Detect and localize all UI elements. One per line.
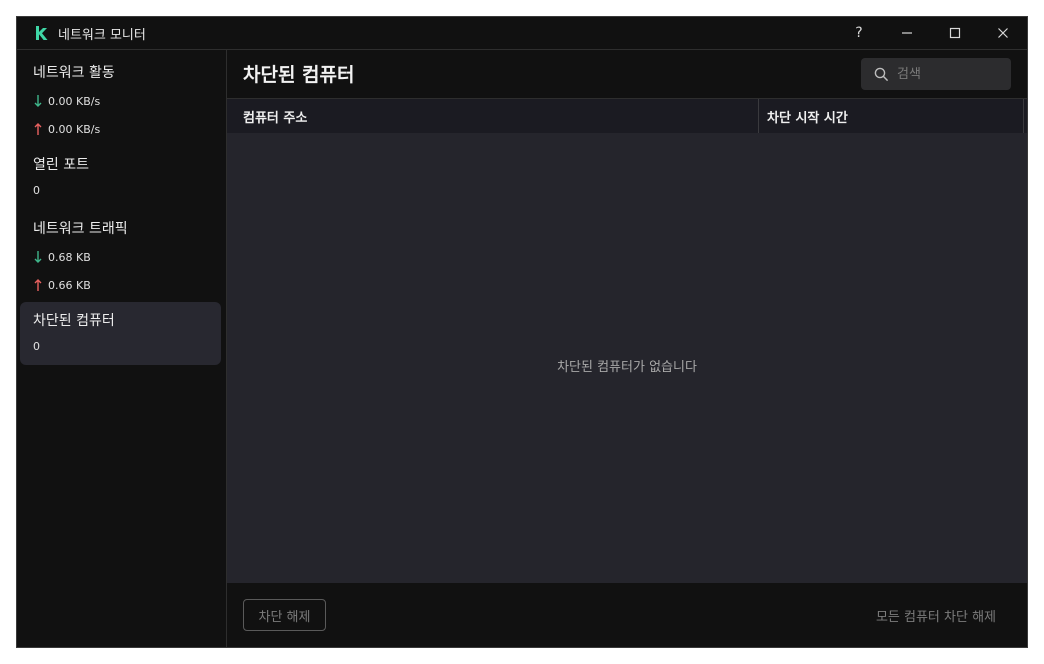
close-button[interactable] — [979, 17, 1027, 49]
column-header-computer-address[interactable]: 컴퓨터 주소 — [243, 107, 307, 126]
maximize-button[interactable] — [931, 17, 979, 49]
search-input[interactable] — [897, 58, 1002, 90]
footer: 차단 해제 모든 컴퓨터 차단 해제 — [227, 583, 1027, 647]
sidebar-item-network-traffic[interactable]: 네트워크 트래픽 0.68 KB 0.66 KB — [20, 210, 221, 298]
column-header-block-start-time[interactable]: 차단 시작 시간 — [767, 107, 848, 126]
app-title: 네트워크 모니터 — [58, 28, 146, 43]
unblock-button[interactable]: 차단 해제 — [243, 599, 326, 631]
search-icon — [874, 67, 889, 82]
maximize-icon — [949, 27, 961, 39]
sidebar-item-label: 차단된 컴퓨터 — [33, 313, 115, 329]
arrow-up-icon — [34, 279, 42, 291]
unblock-all-button[interactable]: 모든 컴퓨터 차단 해제 — [876, 599, 996, 631]
upload-rate-value: 0.00 KB/s — [48, 122, 101, 136]
arrow-down-icon — [34, 95, 42, 107]
arrow-down-icon — [34, 251, 42, 263]
download-traffic: 0.68 KB — [33, 250, 91, 264]
sidebar-item-label: 열린 포트 — [33, 157, 89, 173]
table-header: 컴퓨터 주소 차단 시작 시간 — [227, 98, 1027, 134]
help-icon: ? — [855, 25, 863, 41]
download-rate-value: 0.00 KB/s — [48, 94, 101, 108]
sidebar-item-blocked-computers[interactable]: 차단된 컴퓨터 0 — [20, 302, 221, 365]
sidebar-item-network-activity[interactable]: 네트워크 활동 0.00 KB/s 0.00 KB/s — [20, 54, 221, 142]
download-rate: 0.00 KB/s — [33, 94, 100, 108]
page-title: 차단된 컴퓨터 — [243, 64, 355, 86]
empty-message: 차단된 컴퓨터가 없습니다 — [557, 360, 697, 375]
kaspersky-logo-icon — [36, 26, 48, 40]
help-button[interactable]: ? — [835, 17, 883, 49]
sidebar-item-label: 네트워크 트래픽 — [33, 221, 128, 237]
main-panel: 차단된 컴퓨터 컴퓨터 주소 차단 시작 시간 차단된 컴퓨터가 없습니다 차단… — [227, 50, 1027, 647]
app-window: 네트워크 모니터 ? 네트워크 활동 0.00 KB/s 0.00 KB/s 열… — [16, 16, 1028, 648]
sidebar-item-open-ports[interactable]: 열린 포트 0 — [20, 146, 221, 206]
download-traffic-value: 0.68 KB — [48, 250, 91, 264]
sidebar-item-label: 네트워크 활동 — [33, 65, 115, 81]
column-divider[interactable] — [1023, 99, 1024, 133]
open-ports-count: 0 — [33, 184, 40, 197]
close-icon — [998, 28, 1008, 38]
blocked-computers-value: 0 — [33, 340, 40, 353]
title-bar: 네트워크 모니터 ? — [17, 17, 1027, 50]
upload-traffic-value: 0.66 KB — [48, 278, 91, 292]
search-box[interactable] — [861, 58, 1011, 90]
arrow-up-icon — [34, 123, 42, 135]
minimize-button[interactable] — [883, 17, 931, 49]
open-ports-value: 0 — [33, 184, 40, 197]
upload-traffic: 0.66 KB — [33, 278, 91, 292]
column-divider[interactable] — [758, 99, 759, 133]
blocked-computers-table: 차단된 컴퓨터가 없습니다 — [227, 133, 1027, 584]
blocked-computers-count: 0 — [33, 340, 40, 353]
minimize-icon — [902, 32, 912, 34]
upload-rate: 0.00 KB/s — [33, 122, 100, 136]
sidebar: 네트워크 활동 0.00 KB/s 0.00 KB/s 열린 포트 0 네트워크… — [17, 50, 227, 647]
